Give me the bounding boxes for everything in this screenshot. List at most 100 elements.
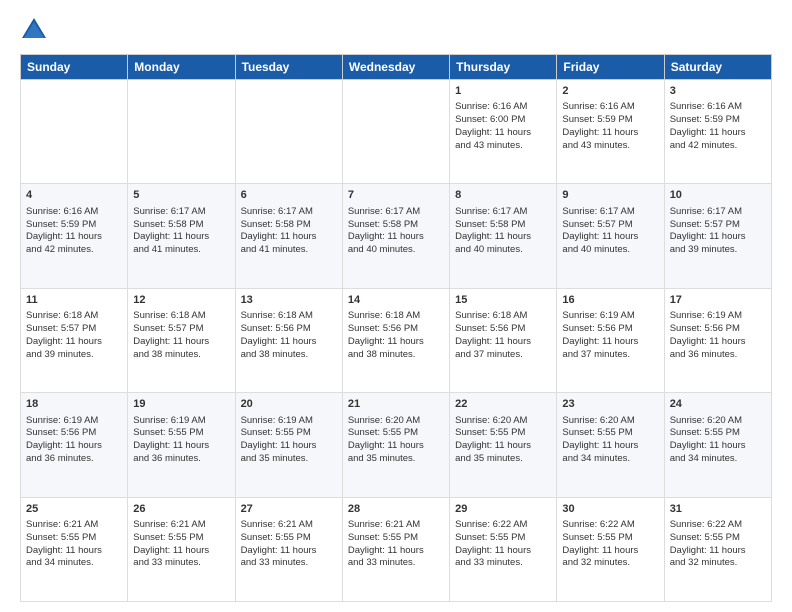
cell-text: Daylight: 11 hours: [670, 336, 766, 349]
cell-text: Sunrise: 6:20 AM: [455, 415, 551, 428]
day-number: 5: [133, 188, 229, 203]
cell-text: Sunset: 5:58 PM: [133, 219, 229, 232]
cell-text: Sunrise: 6:16 AM: [670, 101, 766, 114]
calendar-cell: 15Sunrise: 6:18 AMSunset: 5:56 PMDayligh…: [450, 288, 557, 392]
day-number: 1: [455, 84, 551, 99]
cell-text: Sunset: 5:58 PM: [455, 219, 551, 232]
cell-text: and 33 minutes.: [241, 557, 337, 570]
calendar-cell: 5Sunrise: 6:17 AMSunset: 5:58 PMDaylight…: [128, 184, 235, 288]
cell-text: Daylight: 11 hours: [455, 545, 551, 558]
day-number: 15: [455, 293, 551, 308]
day-number: 27: [241, 502, 337, 517]
cell-text: Daylight: 11 hours: [670, 440, 766, 453]
cell-text: and 40 minutes.: [348, 244, 444, 257]
day-number: 23: [562, 397, 658, 412]
calendar-week-5: 25Sunrise: 6:21 AMSunset: 5:55 PMDayligh…: [21, 497, 772, 601]
calendar-cell: 20Sunrise: 6:19 AMSunset: 5:55 PMDayligh…: [235, 393, 342, 497]
calendar-week-2: 4Sunrise: 6:16 AMSunset: 5:59 PMDaylight…: [21, 184, 772, 288]
cell-text: and 37 minutes.: [455, 349, 551, 362]
cell-text: Sunrise: 6:20 AM: [562, 415, 658, 428]
day-number: 6: [241, 188, 337, 203]
calendar-cell: 13Sunrise: 6:18 AMSunset: 5:56 PMDayligh…: [235, 288, 342, 392]
calendar-cell: 1Sunrise: 6:16 AMSunset: 6:00 PMDaylight…: [450, 80, 557, 184]
day-number: 26: [133, 502, 229, 517]
calendar-page: SundayMondayTuesdayWednesdayThursdayFrid…: [0, 0, 792, 612]
cell-text: Sunrise: 6:22 AM: [455, 519, 551, 532]
calendar-cell: 19Sunrise: 6:19 AMSunset: 5:55 PMDayligh…: [128, 393, 235, 497]
cell-text: and 42 minutes.: [26, 244, 122, 257]
day-number: 31: [670, 502, 766, 517]
day-number: 4: [26, 188, 122, 203]
cell-text: Sunset: 5:55 PM: [455, 532, 551, 545]
day-number: 30: [562, 502, 658, 517]
cell-text: Daylight: 11 hours: [133, 336, 229, 349]
cell-text: Daylight: 11 hours: [455, 336, 551, 349]
cell-text: Daylight: 11 hours: [670, 231, 766, 244]
calendar-cell: 28Sunrise: 6:21 AMSunset: 5:55 PMDayligh…: [342, 497, 449, 601]
calendar-cell: 11Sunrise: 6:18 AMSunset: 5:57 PMDayligh…: [21, 288, 128, 392]
calendar-cell: 17Sunrise: 6:19 AMSunset: 5:56 PMDayligh…: [664, 288, 771, 392]
calendar-cell: 16Sunrise: 6:19 AMSunset: 5:56 PMDayligh…: [557, 288, 664, 392]
calendar-cell: [128, 80, 235, 184]
cell-text: Sunset: 5:55 PM: [133, 532, 229, 545]
cell-text: Sunset: 5:56 PM: [670, 323, 766, 336]
cell-text: and 33 minutes.: [133, 557, 229, 570]
cell-text: Sunset: 5:55 PM: [455, 427, 551, 440]
calendar-cell: 30Sunrise: 6:22 AMSunset: 5:55 PMDayligh…: [557, 497, 664, 601]
weekday-tuesday: Tuesday: [235, 55, 342, 80]
cell-text: and 34 minutes.: [26, 557, 122, 570]
day-number: 21: [348, 397, 444, 412]
cell-text: Sunset: 5:59 PM: [562, 114, 658, 127]
cell-text: and 32 minutes.: [670, 557, 766, 570]
day-number: 16: [562, 293, 658, 308]
cell-text: Sunset: 5:56 PM: [26, 427, 122, 440]
day-number: 7: [348, 188, 444, 203]
calendar-cell: 10Sunrise: 6:17 AMSunset: 5:57 PMDayligh…: [664, 184, 771, 288]
cell-text: Daylight: 11 hours: [26, 231, 122, 244]
cell-text: Sunrise: 6:17 AM: [670, 206, 766, 219]
calendar-cell: 4Sunrise: 6:16 AMSunset: 5:59 PMDaylight…: [21, 184, 128, 288]
cell-text: and 35 minutes.: [348, 453, 444, 466]
cell-text: and 40 minutes.: [455, 244, 551, 257]
cell-text: Daylight: 11 hours: [455, 440, 551, 453]
cell-text: and 43 minutes.: [562, 140, 658, 153]
cell-text: Daylight: 11 hours: [348, 545, 444, 558]
weekday-thursday: Thursday: [450, 55, 557, 80]
cell-text: Sunrise: 6:21 AM: [133, 519, 229, 532]
cell-text: Sunset: 5:55 PM: [670, 532, 766, 545]
cell-text: Sunset: 5:55 PM: [670, 427, 766, 440]
cell-text: Daylight: 11 hours: [26, 545, 122, 558]
cell-text: and 34 minutes.: [670, 453, 766, 466]
cell-text: Daylight: 11 hours: [562, 336, 658, 349]
cell-text: Daylight: 11 hours: [133, 545, 229, 558]
day-number: 29: [455, 502, 551, 517]
day-number: 2: [562, 84, 658, 99]
cell-text: Daylight: 11 hours: [670, 545, 766, 558]
day-number: 28: [348, 502, 444, 517]
day-number: 25: [26, 502, 122, 517]
day-number: 3: [670, 84, 766, 99]
cell-text: and 41 minutes.: [133, 244, 229, 257]
cell-text: Daylight: 11 hours: [348, 231, 444, 244]
cell-text: Sunrise: 6:22 AM: [670, 519, 766, 532]
cell-text: and 37 minutes.: [562, 349, 658, 362]
cell-text: Sunset: 5:56 PM: [348, 323, 444, 336]
logo-icon: [20, 16, 48, 44]
cell-text: Sunset: 5:55 PM: [133, 427, 229, 440]
calendar-cell: 21Sunrise: 6:20 AMSunset: 5:55 PMDayligh…: [342, 393, 449, 497]
cell-text: Sunset: 5:55 PM: [562, 427, 658, 440]
day-number: 20: [241, 397, 337, 412]
cell-text: Sunrise: 6:19 AM: [133, 415, 229, 428]
day-number: 18: [26, 397, 122, 412]
cell-text: Daylight: 11 hours: [562, 440, 658, 453]
cell-text: Sunset: 5:58 PM: [348, 219, 444, 232]
calendar-cell: 12Sunrise: 6:18 AMSunset: 5:57 PMDayligh…: [128, 288, 235, 392]
cell-text: Sunset: 5:59 PM: [670, 114, 766, 127]
cell-text: Sunrise: 6:21 AM: [26, 519, 122, 532]
day-number: 8: [455, 188, 551, 203]
cell-text: Sunrise: 6:17 AM: [455, 206, 551, 219]
cell-text: Sunrise: 6:16 AM: [455, 101, 551, 114]
weekday-sunday: Sunday: [21, 55, 128, 80]
cell-text: and 36 minutes.: [133, 453, 229, 466]
cell-text: Daylight: 11 hours: [348, 440, 444, 453]
